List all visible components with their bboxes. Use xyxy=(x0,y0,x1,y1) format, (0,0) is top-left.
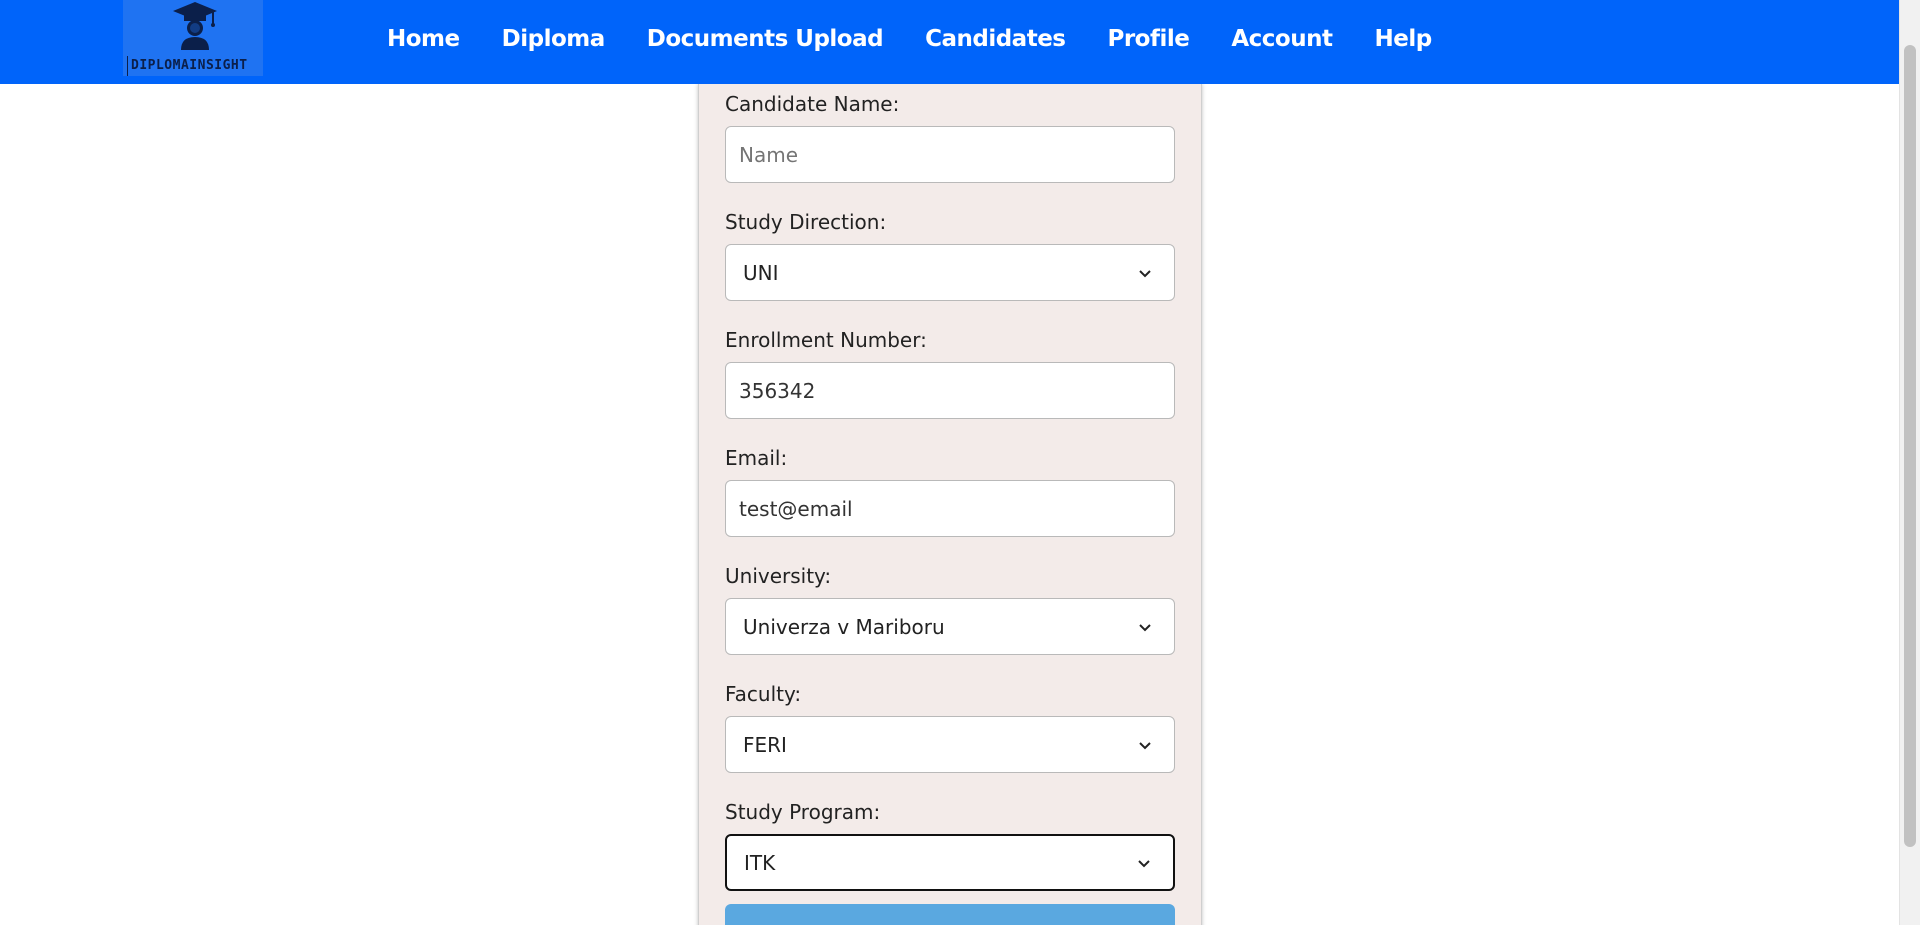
chevron-down-icon xyxy=(1139,623,1151,631)
study-program-label: Study Program: xyxy=(725,800,881,824)
nav-item-home[interactable]: Home xyxy=(387,26,460,52)
nav-item-help[interactable]: Help xyxy=(1374,26,1432,52)
study-program-value: ITK xyxy=(744,850,776,875)
page-scrollbar[interactable] xyxy=(1899,0,1920,925)
nav-item-diploma[interactable]: Diploma xyxy=(502,26,606,52)
email-label: Email: xyxy=(725,446,788,470)
graduate-cap-icon xyxy=(173,2,217,50)
nav-item-account[interactable]: Account xyxy=(1231,26,1333,52)
study-direction-label: Study Direction: xyxy=(725,210,887,234)
nav-menu: Home Diploma Documents Upload Candidates… xyxy=(387,0,1474,78)
candidate-name-label: Candidate Name: xyxy=(725,92,900,116)
brand-logo[interactable]: DIPLOMAINSIGHT xyxy=(123,0,263,76)
nav-item-profile[interactable]: Profile xyxy=(1107,26,1189,52)
chevron-down-icon xyxy=(1138,859,1150,867)
top-navbar: DIPLOMAINSIGHT Home Diploma Documents Up… xyxy=(0,0,1899,84)
nav-item-documents-upload[interactable]: Documents Upload xyxy=(647,26,884,52)
submit-button[interactable] xyxy=(725,904,1175,925)
faculty-value: FERI xyxy=(743,732,787,757)
scrollbar-thumb[interactable] xyxy=(1904,45,1916,847)
study-program-select[interactable]: ITK xyxy=(725,834,1175,891)
candidate-name-input[interactable] xyxy=(725,126,1175,183)
study-direction-select[interactable]: UNI xyxy=(725,244,1175,301)
candidate-form: Candidate Name: Study Direction: UNI Enr… xyxy=(698,84,1202,925)
chevron-down-icon xyxy=(1139,269,1151,277)
brand-name: DIPLOMAINSIGHT xyxy=(127,56,248,76)
faculty-label: Faculty: xyxy=(725,682,802,706)
enrollment-number-input[interactable] xyxy=(725,362,1175,419)
nav-item-candidates[interactable]: Candidates xyxy=(925,26,1066,52)
university-value: Univerza v Mariboru xyxy=(743,614,945,639)
study-direction-value: UNI xyxy=(743,260,779,285)
email-field[interactable] xyxy=(725,480,1175,537)
enrollment-number-label: Enrollment Number: xyxy=(725,328,927,352)
page: DIPLOMAINSIGHT Home Diploma Documents Up… xyxy=(0,0,1920,925)
chevron-down-icon xyxy=(1139,741,1151,749)
university-select[interactable]: Univerza v Mariboru xyxy=(725,598,1175,655)
university-label: University: xyxy=(725,564,832,588)
faculty-select[interactable]: FERI xyxy=(725,716,1175,773)
